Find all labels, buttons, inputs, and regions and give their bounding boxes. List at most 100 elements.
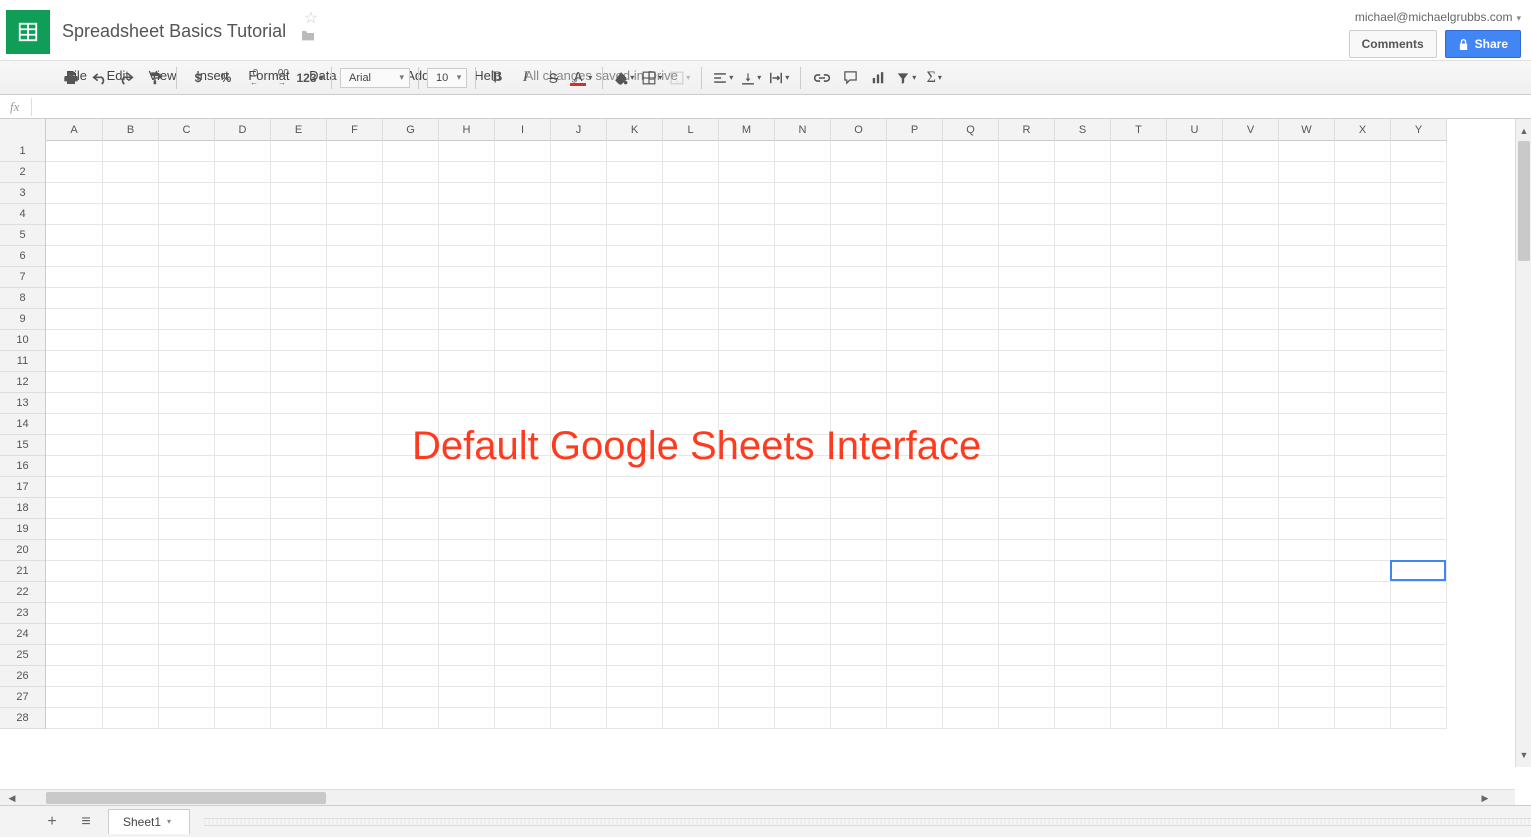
cell[interactable]	[103, 372, 159, 393]
cell[interactable]	[719, 519, 775, 540]
cell[interactable]	[1111, 225, 1167, 246]
cell[interactable]	[215, 582, 271, 603]
cell[interactable]	[383, 540, 439, 561]
cell[interactable]	[215, 141, 271, 162]
cell[interactable]	[1391, 141, 1447, 162]
cell[interactable]	[607, 498, 663, 519]
cell[interactable]	[1055, 330, 1111, 351]
cell[interactable]	[551, 141, 607, 162]
cell[interactable]	[383, 330, 439, 351]
cell[interactable]	[327, 204, 383, 225]
cell[interactable]	[607, 393, 663, 414]
cell[interactable]	[999, 309, 1055, 330]
cell[interactable]	[1223, 393, 1279, 414]
cell[interactable]	[1055, 603, 1111, 624]
cell[interactable]	[551, 519, 607, 540]
cell[interactable]	[719, 666, 775, 687]
cell[interactable]	[943, 372, 999, 393]
cell[interactable]	[999, 708, 1055, 729]
cell[interactable]	[495, 519, 551, 540]
cell[interactable]	[607, 624, 663, 645]
cell[interactable]	[159, 288, 215, 309]
cell[interactable]	[383, 141, 439, 162]
cell[interactable]	[1279, 414, 1335, 435]
cell[interactable]	[46, 162, 103, 183]
cell[interactable]	[383, 582, 439, 603]
cell[interactable]	[1279, 351, 1335, 372]
cell[interactable]	[1111, 372, 1167, 393]
cell[interactable]	[1223, 372, 1279, 393]
text-wrap-button[interactable]: ▾	[766, 65, 792, 91]
cell[interactable]	[1111, 393, 1167, 414]
cell[interactable]	[271, 183, 327, 204]
cell[interactable]	[887, 645, 943, 666]
cell[interactable]	[1167, 183, 1223, 204]
row-header[interactable]: 15	[0, 435, 45, 456]
cell[interactable]	[1223, 204, 1279, 225]
cell[interactable]	[1391, 540, 1447, 561]
cell[interactable]	[663, 246, 719, 267]
cell[interactable]	[383, 246, 439, 267]
cell[interactable]	[943, 624, 999, 645]
cell[interactable]	[215, 162, 271, 183]
column-header[interactable]: J	[551, 119, 607, 141]
cell[interactable]	[719, 498, 775, 519]
cell[interactable]	[943, 603, 999, 624]
cell[interactable]	[663, 351, 719, 372]
cell[interactable]	[439, 519, 495, 540]
cell[interactable]	[719, 225, 775, 246]
cell[interactable]	[271, 624, 327, 645]
scroll-up-icon[interactable]: ▲	[1516, 123, 1531, 139]
cell[interactable]	[1279, 561, 1335, 582]
cell[interactable]	[999, 225, 1055, 246]
cell[interactable]	[103, 330, 159, 351]
cell[interactable]	[327, 519, 383, 540]
cell[interactable]	[1167, 624, 1223, 645]
cell[interactable]	[887, 666, 943, 687]
cell[interactable]	[103, 498, 159, 519]
functions-icon[interactable]: Σ▾	[921, 65, 947, 91]
cell[interactable]	[159, 351, 215, 372]
cell[interactable]	[1167, 435, 1223, 456]
cell[interactable]	[663, 204, 719, 225]
cell[interactable]	[46, 666, 103, 687]
cell[interactable]	[1279, 708, 1335, 729]
cell[interactable]	[607, 183, 663, 204]
cell[interactable]	[1279, 645, 1335, 666]
cell[interactable]	[719, 477, 775, 498]
cell[interactable]	[495, 309, 551, 330]
row-header[interactable]: 8	[0, 288, 45, 309]
column-header[interactable]: G	[383, 119, 439, 141]
cell[interactable]	[1055, 645, 1111, 666]
cell[interactable]	[271, 225, 327, 246]
cell[interactable]	[831, 624, 887, 645]
cell[interactable]	[1335, 477, 1391, 498]
cell[interactable]	[1335, 708, 1391, 729]
cell[interactable]	[439, 372, 495, 393]
cell[interactable]	[663, 603, 719, 624]
cell[interactable]	[775, 603, 831, 624]
cell[interactable]	[831, 309, 887, 330]
cell[interactable]	[383, 687, 439, 708]
cell[interactable]	[159, 645, 215, 666]
cell[interactable]	[663, 687, 719, 708]
cell[interactable]	[46, 561, 103, 582]
undo-icon[interactable]	[86, 65, 112, 91]
cell[interactable]	[775, 372, 831, 393]
cell[interactable]	[1167, 582, 1223, 603]
cell[interactable]	[159, 666, 215, 687]
cell[interactable]	[1111, 204, 1167, 225]
cell[interactable]	[215, 225, 271, 246]
cell[interactable]	[215, 561, 271, 582]
cell[interactable]	[551, 267, 607, 288]
column-header[interactable]: D	[215, 119, 271, 141]
cell[interactable]	[831, 246, 887, 267]
column-header[interactable]: E	[271, 119, 327, 141]
cell[interactable]	[159, 372, 215, 393]
cell[interactable]	[551, 309, 607, 330]
cell[interactable]	[1167, 225, 1223, 246]
cell[interactable]	[831, 603, 887, 624]
cell[interactable]	[439, 204, 495, 225]
cell[interactable]	[1055, 204, 1111, 225]
cell[interactable]	[439, 225, 495, 246]
